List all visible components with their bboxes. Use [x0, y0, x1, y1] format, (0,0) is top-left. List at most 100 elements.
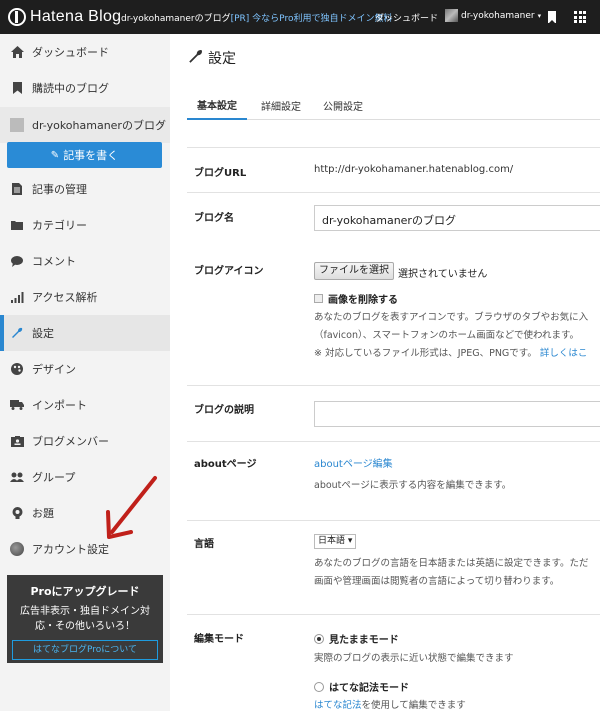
wysiwyg-mode-radio[interactable]: 見たままモード	[314, 631, 399, 646]
top-blog-name[interactable]: dr-yokohamanerのブログ	[121, 14, 231, 24]
sidebar-item-blog[interactable]: dr-yokohamanerのブログ ›	[0, 107, 170, 143]
sidebar-item-analytics[interactable]: アクセス解析	[0, 279, 170, 315]
divider	[187, 520, 600, 521]
document-icon	[10, 182, 24, 196]
pro-info-button[interactable]: はてなブログProについて	[12, 640, 158, 660]
sidebar-item-design[interactable]: デザイン	[0, 351, 170, 387]
blog-name-label: ブログ名	[194, 213, 234, 224]
top-blog-link[interactable]: dr-yokohamanerのブログ[PR] 今ならPro利用で独自ドメイン無料	[121, 11, 392, 24]
bookmark-icon	[10, 81, 24, 95]
sidebar-item-label: カテゴリー	[32, 219, 87, 232]
sidebar-item-label: dr-yokohamanerのブログ	[32, 119, 166, 132]
wysiwyg-mode-help: 実際のブログの表示に近い状態で編集できます	[314, 653, 514, 664]
divider	[187, 192, 600, 193]
tab-advanced[interactable]: 詳細設定	[261, 90, 301, 120]
file-status: 選択されていません	[398, 269, 488, 280]
promo-link[interactable]: [PR] 今ならPro利用で独自ドメイン無料	[231, 14, 393, 24]
chevron-right-icon: ›	[159, 118, 164, 132]
icon-help-line: あなたのブログを表すアイコンです。ブラウザのタブやお気に入	[314, 312, 589, 323]
sidebar-item-comments[interactable]: コメント	[0, 243, 170, 279]
hatena-notation-link[interactable]: はてな記法	[314, 700, 362, 711]
sidebar-item-articles[interactable]: 記事の管理	[0, 171, 170, 207]
user-avatar	[445, 9, 458, 22]
pro-desc-line: 広告非表示・独自ドメイン対	[20, 606, 150, 617]
tab-publish[interactable]: 公開設定	[323, 90, 363, 120]
icon-help-line: （favicon）、スマートフォンのホーム画面などで使われます。	[314, 330, 580, 341]
folder-icon	[10, 218, 24, 232]
checkbox-box	[314, 294, 323, 303]
palette-icon	[10, 362, 24, 376]
sidebar-item-label: ダッシュボード	[32, 46, 109, 59]
settings-main: 設定 基本設定 詳細設定 公開設定 ブログURL http://dr-yokoh…	[170, 34, 600, 711]
wrench-icon	[10, 326, 24, 340]
write-button-label: 記事を書く	[63, 149, 119, 162]
sidebar-item-label: アクセス解析	[32, 291, 98, 304]
hatena-logo-icon	[8, 8, 26, 26]
sidebar: ダッシュボード 購読中のブログ dr-yokohamanerのブログ › ✎ 記…	[0, 34, 170, 711]
top-bar: Hatena Blog dr-yokohamanerのブログ[PR] 今ならPr…	[0, 0, 600, 34]
language-help-line: あなたのブログの言語を日本語または英語に設定できます。ただ	[314, 558, 589, 569]
hatena-notation-help-text: を使用して編集できます	[361, 700, 466, 711]
details-link[interactable]: 詳しくはこ	[540, 348, 588, 359]
sidebar-item-label: アカウント設定	[32, 543, 109, 556]
wrench-icon	[188, 49, 203, 68]
icon-help-text: ※ 対応しているファイル形式は、JPEG、PNGです。	[314, 348, 537, 359]
divider	[187, 385, 600, 386]
sidebar-item-label: コメント	[32, 255, 76, 268]
hatena-notation-radio[interactable]: はてな記法モード	[314, 679, 409, 694]
wysiwyg-mode-label: 見たままモード	[329, 635, 399, 646]
write-article-button[interactable]: ✎ 記事を書く	[7, 142, 162, 168]
about-edit-link[interactable]: aboutページ編集	[314, 455, 393, 470]
sidebar-item-settings[interactable]: 設定	[0, 315, 170, 351]
user-name: dr-yokohamaner	[461, 10, 535, 21]
sidebar-item-label: 購読中のブログ	[32, 82, 109, 95]
sidebar-item-label: 記事の管理	[32, 183, 87, 196]
blog-url-label: ブログURL	[194, 168, 247, 179]
hatena-notation-label: はてな記法モード	[329, 683, 409, 694]
page-title: 設定	[188, 48, 236, 68]
sidebar-item-dashboard[interactable]: ダッシュボード	[0, 34, 170, 70]
language-help-line: 画面や管理画面は閲覧者の言語によって切り替わります。	[314, 576, 560, 587]
page-title-text: 設定	[208, 51, 236, 67]
sidebar-item-subscriptions[interactable]: 購読中のブログ	[0, 70, 170, 106]
file-select-button[interactable]: ファイルを選択	[314, 262, 394, 280]
annotation-arrow	[106, 476, 157, 539]
logo-text: Hatena Blog	[30, 8, 122, 25]
blog-name-input[interactable]: dr-yokohamanerのブログ	[314, 205, 600, 231]
delete-image-checkbox[interactable]: 画像を削除する	[314, 291, 398, 306]
about-help: aboutページに表示する内容を編集できます。	[314, 480, 512, 491]
sidebar-item-members[interactable]: ブログメンバー	[0, 423, 170, 459]
divider	[187, 147, 600, 148]
about-page-label: aboutページ	[194, 459, 257, 470]
sidebar-item-label: グループ	[32, 471, 76, 484]
blog-description-label: ブログの説明	[194, 405, 254, 416]
sidebar-item-import[interactable]: インポート	[0, 387, 170, 423]
sidebar-item-label: 設定	[32, 327, 54, 340]
edit-icon: ✎	[50, 149, 60, 161]
language-label: 言語	[194, 539, 214, 550]
bookmark-icon[interactable]	[548, 11, 556, 24]
sidebar-item-label: お題	[32, 507, 54, 520]
bulb-icon	[10, 506, 24, 520]
language-select[interactable]: 日本語 ▾	[314, 534, 357, 549]
sidebar-item-categories[interactable]: カテゴリー	[0, 207, 170, 243]
users-icon	[10, 470, 24, 484]
home-icon	[10, 45, 24, 59]
delete-image-label: 画像を削除する	[328, 295, 398, 306]
dashboard-link[interactable]: ダッシュボード	[375, 11, 438, 24]
blog-description-input[interactable]	[314, 401, 600, 427]
user-menu[interactable]: dr-yokohamaner ▾	[445, 9, 541, 22]
tab-basic[interactable]: 基本設定	[187, 90, 247, 120]
language-value: 日本語	[318, 536, 346, 546]
hatena-blog-logo[interactable]: Hatena Blog	[8, 7, 121, 27]
divider	[187, 441, 600, 442]
settings-tabs: 基本設定 詳細設定 公開設定	[187, 90, 600, 120]
divider	[187, 614, 600, 615]
app-grid-icon[interactable]	[574, 11, 586, 23]
blog-thumbnail	[10, 118, 24, 132]
pro-upgrade-panel: Proにアップグレード 広告非表示・独自ドメイン対 応・その他いろいろ！ はてな…	[7, 575, 163, 663]
blog-name-value: dr-yokohamanerのブログ	[322, 214, 456, 227]
pro-description: 広告非表示・独自ドメイン対 応・その他いろいろ！	[7, 604, 163, 634]
blog-url-value: http://dr-yokohamaner.hatenablog.com/	[314, 164, 514, 175]
radio-button-selected	[314, 633, 324, 644]
